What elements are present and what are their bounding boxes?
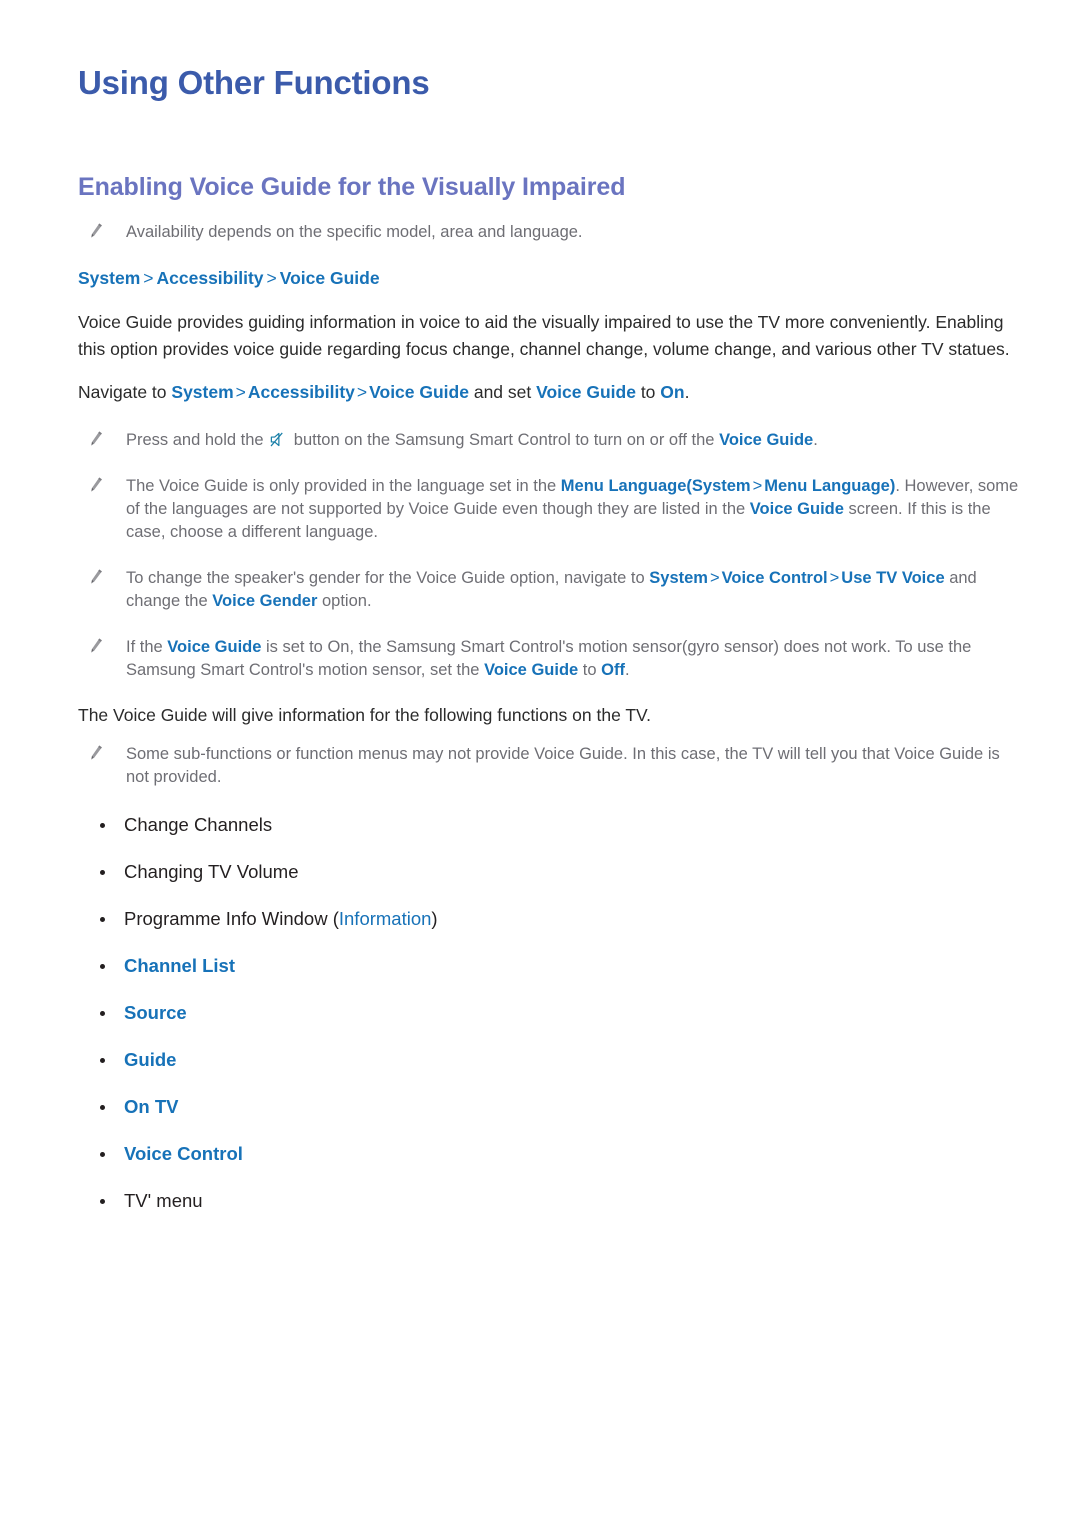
pencil-icon (87, 568, 105, 586)
list-item-label: TV' menu (124, 1189, 203, 1211)
voice-guide-function-list: Change Channels Changing TV Volume Progr… (78, 813, 1020, 1213)
note-text-part: If the (126, 637, 168, 656)
navigate-value[interactable]: On (660, 382, 684, 402)
pencil-icon (87, 222, 105, 240)
note-text-part: to (578, 660, 602, 679)
availability-note-text: Availability depends on the specific mod… (126, 222, 583, 241)
list-item-label[interactable]: Channel List (124, 955, 235, 976)
note-accent-off[interactable]: Off (601, 661, 625, 679)
navigate-target[interactable]: Voice Guide (536, 382, 636, 402)
functions-lead-in: The Voice Guide will give information fo… (78, 704, 651, 725)
list-item-label[interactable]: Guide (124, 1049, 176, 1070)
list-item: Change Channels (78, 813, 1020, 837)
note-sub-functions: Some sub-functions or function menus may… (78, 743, 1020, 789)
note-text-part: . (813, 430, 818, 449)
note-accent-voice-guide[interactable]: Voice Guide (750, 500, 844, 518)
note-text-part: Press and hold the (126, 430, 269, 449)
list-item-label[interactable]: On TV (124, 1096, 178, 1117)
navigate-suffix: . (684, 381, 690, 402)
navigate-separator: > (235, 381, 246, 402)
list-item-label: Change Channels (124, 813, 273, 835)
pencil-icon (87, 476, 105, 494)
note-accent-system[interactable]: System (649, 569, 708, 587)
note-accent-menu-language-2[interactable]: Menu Language) (764, 477, 895, 495)
note-text-part: button on the Samsung Smart Control to t… (289, 430, 720, 449)
navigate-path-system[interactable]: System (171, 382, 233, 402)
mute-icon (270, 431, 287, 447)
section-title: Enabling Voice Guide for the Visually Im… (78, 173, 626, 202)
list-item-label: Changing TV Volume (124, 860, 299, 882)
breadcrumb-separator: > (266, 267, 277, 288)
list-item-label[interactable]: Voice Control (124, 1143, 243, 1164)
note-accent-use-tv-voice[interactable]: Use TV Voice (841, 569, 944, 587)
list-item-label-programme-info: Programme Info Window (Information) (124, 907, 438, 929)
note-accent-system[interactable]: (System (686, 477, 750, 495)
navigate-separator: > (356, 381, 368, 402)
availability-note: Availability depends on the specific mod… (78, 221, 1020, 244)
note-separator: > (709, 568, 720, 587)
note-text-part: The Voice Guide is only provided in the … (126, 476, 561, 495)
breadcrumb-separator: > (143, 267, 154, 288)
note-separator: > (829, 568, 840, 587)
note-accent-menu-language[interactable]: Menu Language (561, 477, 687, 495)
pencil-icon (87, 430, 105, 448)
note-voice-gender: To change the speaker's gender for the V… (78, 567, 1020, 613)
list-item: Programme Info Window (Information) (78, 907, 1020, 931)
list-item-accent-information[interactable]: Information (339, 908, 432, 929)
note-accent-voice-gender[interactable]: Voice Gender (212, 592, 317, 610)
note-text-part: option. (317, 591, 372, 610)
note-menu-language: The Voice Guide is only provided in the … (78, 475, 1020, 544)
list-item-voice-control[interactable]: Voice Control (78, 1142, 1020, 1166)
breadcrumb[interactable]: System > Accessibility > Voice Guide (78, 266, 1020, 290)
note-accent-voice-guide[interactable]: Voice Guide (167, 638, 261, 656)
navigate-instruction: Navigate to System > Accessibility > Voice G… (78, 379, 1020, 406)
navigate-connector: to (635, 381, 661, 402)
note-accent-voice-guide-2[interactable]: Voice Guide (484, 661, 578, 679)
list-item-on-tv[interactable]: On TV (78, 1095, 1020, 1119)
navigate-path-voice-guide[interactable]: Voice Guide (369, 382, 469, 402)
breadcrumb-item-voice-guide[interactable]: Voice Guide (280, 268, 380, 288)
list-item-guide[interactable]: Guide (78, 1048, 1020, 1072)
note-accent-voice-guide[interactable]: Voice Guide (719, 431, 813, 449)
list-item-label[interactable]: Source (124, 1002, 187, 1023)
list-item-channel-list[interactable]: Channel List (78, 954, 1020, 978)
list-item-source[interactable]: Source (78, 1001, 1020, 1025)
note-text-part: To change the speaker's gender for the V… (126, 568, 650, 587)
navigate-middle: and set (468, 381, 537, 402)
page-title: Using Other Functions (78, 64, 430, 101)
breadcrumb-item-accessibility[interactable]: Accessibility (157, 268, 264, 288)
list-item: Changing TV Volume (78, 860, 1020, 884)
pencil-icon (87, 637, 105, 655)
navigate-prefix: Navigate to (78, 381, 172, 402)
note-mute-button: Press and hold the button on the Samsung… (78, 429, 1020, 452)
list-item-tv-menu: TV' menu (78, 1189, 1020, 1213)
note-sub-functions-text: Some sub-functions or function menus may… (126, 744, 1000, 786)
note-separator: > (752, 476, 763, 495)
navigate-path-accessibility[interactable]: Accessibility (248, 382, 355, 402)
note-motion-sensor: If the Voice Guide is set to On, the Sam… (78, 636, 1020, 682)
note-accent-voice-control[interactable]: Voice Control (722, 569, 828, 587)
pencil-icon (87, 744, 105, 762)
note-text-part: . (624, 660, 630, 679)
document-page: Using Other Functions Enabling Voice Gui… (0, 0, 1080, 1527)
breadcrumb-item-system[interactable]: System (78, 268, 140, 288)
intro-paragraph: Voice Guide provides guiding information… (78, 311, 1010, 359)
